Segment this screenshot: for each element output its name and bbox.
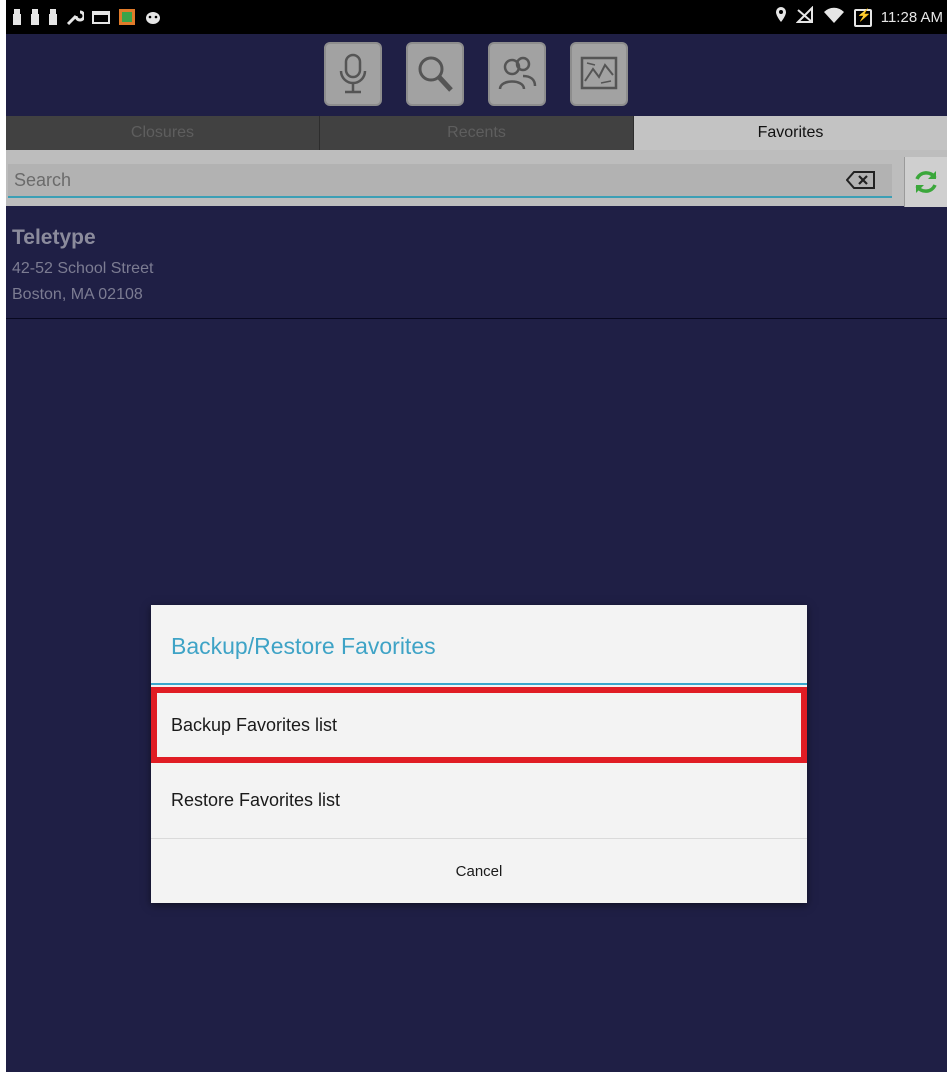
dialog-divider — [151, 683, 807, 685]
usb-icon — [48, 8, 58, 31]
backup-restore-dialog: Backup/Restore Favorites Backup Favorite… — [151, 605, 807, 903]
microphone-icon — [339, 53, 367, 94]
favorite-address-line1: 42-52 School Street — [12, 260, 154, 277]
restore-favorites-option[interactable]: Restore Favorites list — [151, 763, 807, 839]
search-input[interactable] — [8, 164, 892, 198]
list-item[interactable]: Teletype 42-52 School Street Boston, MA … — [6, 206, 947, 319]
usb-icon — [12, 8, 22, 31]
contacts-icon — [498, 56, 537, 90]
signal-off-icon — [795, 5, 814, 29]
cancel-button[interactable]: Cancel — [151, 839, 807, 903]
wifi-icon — [823, 6, 845, 29]
status-time: 11:28 AM — [880, 9, 943, 26]
clear-search-button[interactable] — [846, 170, 876, 190]
toolbar — [6, 34, 947, 116]
usb-icon — [30, 8, 40, 31]
battery-charging-icon — [853, 8, 872, 27]
app-screen: 11:28 AM — [6, 0, 947, 1072]
voice-search-button[interactable] — [324, 42, 382, 106]
search-bar — [6, 150, 947, 207]
tablet-icon — [92, 8, 110, 31]
tab-bar: Closures Recents Favorites — [6, 116, 947, 150]
backup-favorites-option[interactable]: Backup Favorites list — [151, 687, 807, 763]
favorite-name: Teletype — [12, 226, 96, 249]
tab-favorites[interactable]: Favorites — [634, 116, 947, 150]
status-left-icons — [12, 8, 162, 31]
dialog-title: Backup/Restore Favorites — [171, 633, 436, 659]
location-icon — [775, 6, 787, 29]
refresh-button[interactable] — [904, 157, 947, 207]
tab-recents[interactable]: Recents — [320, 116, 634, 150]
magnifier-icon — [418, 56, 453, 92]
status-bar: 11:28 AM — [6, 0, 947, 34]
android-icon — [144, 8, 162, 31]
status-right-icons: 11:28 AM — [775, 5, 943, 29]
contacts-button[interactable] — [488, 42, 546, 106]
favorites-list: Teletype 42-52 School Street Boston, MA … — [6, 206, 947, 319]
backspace-icon — [846, 171, 875, 189]
wrench-icon — [66, 8, 86, 31]
search-button[interactable] — [406, 42, 464, 106]
favorite-address-line2: Boston, MA 02108 — [12, 286, 143, 303]
refresh-icon — [915, 171, 937, 193]
tab-closures[interactable]: Closures — [6, 116, 320, 150]
map-button[interactable] — [570, 42, 628, 106]
map-icon — [580, 56, 618, 90]
store-icon — [118, 8, 136, 31]
